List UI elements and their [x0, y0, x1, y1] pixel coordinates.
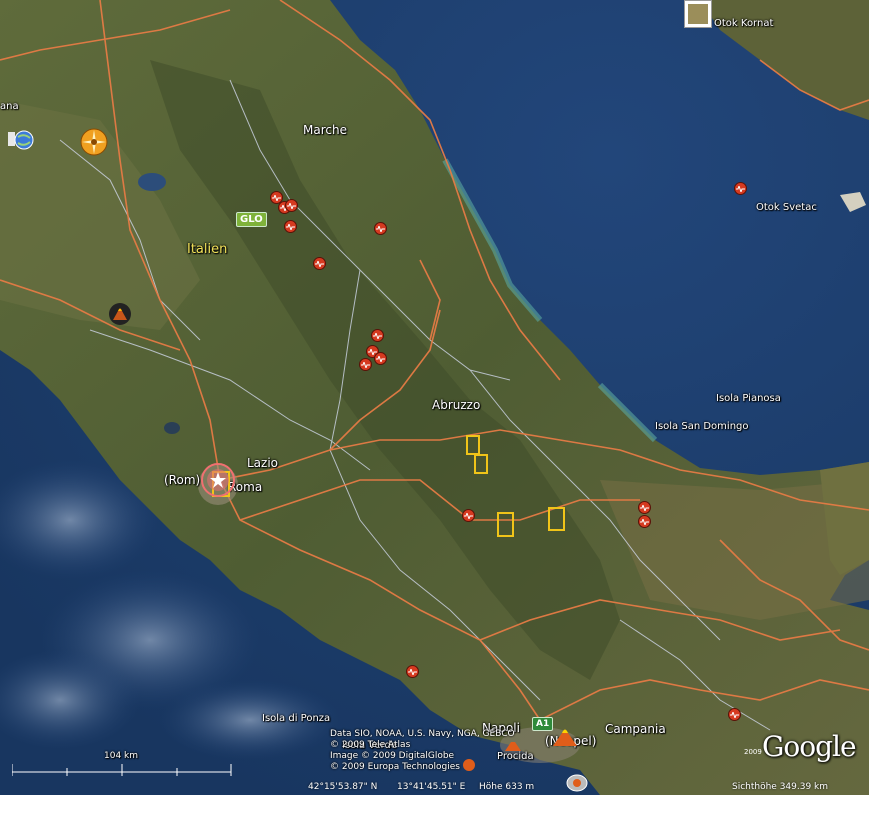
latitude-readout: 42°15'53.87" N [308, 782, 378, 792]
credit-line: Data SIO, NOAA, U.S. Navy, NGA, GEBCO [330, 729, 515, 739]
map-view[interactable]: ana Marche Italien Abruzzo Lazio (Rom) R… [0, 0, 869, 795]
compass-icon[interactable] [79, 127, 109, 157]
photo-thumbnail[interactable] [684, 0, 712, 28]
region-outline-marker[interactable] [466, 435, 480, 455]
glo-badge[interactable]: GLO [236, 212, 267, 227]
elevation-readout: Höhe 633 m [479, 782, 535, 792]
earthquake-icon[interactable] [374, 222, 387, 235]
earthquake-icon[interactable] [734, 182, 747, 195]
google-logo: Google [762, 730, 857, 763]
earthquake-icon[interactable] [359, 358, 372, 371]
label-isola-san-domingo: Isola San Domingo [655, 421, 749, 432]
label-campania: Campania [605, 722, 666, 736]
scale-label: 104 km [104, 751, 139, 761]
star-placemark-icon[interactable] [198, 460, 238, 500]
earthquake-icon[interactable] [638, 515, 651, 528]
label-abruzzo: Abruzzo [432, 398, 481, 412]
label-isola-pianosa: Isola Pianosa [716, 393, 781, 404]
label-otok-svetac: Otok Svetac [756, 202, 817, 213]
earthquake-icon[interactable] [371, 329, 384, 342]
label-italien: Italien [187, 242, 228, 257]
volcano-icon[interactable] [551, 724, 579, 750]
earthquake-icon[interactable] [374, 352, 387, 365]
label-marche: Marche [303, 123, 347, 137]
region-outline-marker[interactable] [548, 507, 565, 531]
scale-bar [12, 764, 232, 776]
label-rom: (Rom) [164, 473, 201, 487]
earthquake-icon[interactable] [285, 199, 298, 212]
volcano-icon[interactable] [108, 302, 132, 326]
earthquake-icon[interactable] [462, 509, 475, 522]
status-bar: 42°15'53.87" N 13°41'45.51" E Höhe 633 m… [0, 778, 869, 795]
earthquake-icon[interactable] [638, 501, 651, 514]
region-outline-marker[interactable] [497, 512, 514, 537]
credit-line: © 2009 Europa Technologies [330, 762, 460, 772]
label-ana: ana [0, 101, 19, 112]
credit-line: Image © 2009 DigitalGlobe [330, 751, 455, 761]
logo-year: 2009 [744, 748, 762, 756]
imagery-credits: Data SIO, NOAA, U.S. Navy, NGA, GEBCO © … [330, 729, 515, 773]
longitude-readout: 13°41'45.51" E [397, 782, 466, 792]
credit-line: © 2009 Tele Atlas [330, 740, 411, 750]
region-outline-marker[interactable] [474, 454, 488, 474]
label-otok-kornat: Otok Kornat [714, 18, 774, 29]
page-footer [0, 795, 869, 819]
earthquake-icon[interactable] [284, 220, 297, 233]
earthquake-icon[interactable] [728, 708, 741, 721]
earthquake-icon[interactable] [406, 665, 419, 678]
label-isola-di-ponza: Isola di Ponza [262, 713, 331, 724]
eye-altitude-readout: Sichthöhe 349.39 km [732, 782, 829, 792]
label-lazio: Lazio [247, 456, 279, 470]
globe-icon[interactable] [8, 129, 36, 151]
earthquake-icon[interactable] [313, 257, 326, 270]
